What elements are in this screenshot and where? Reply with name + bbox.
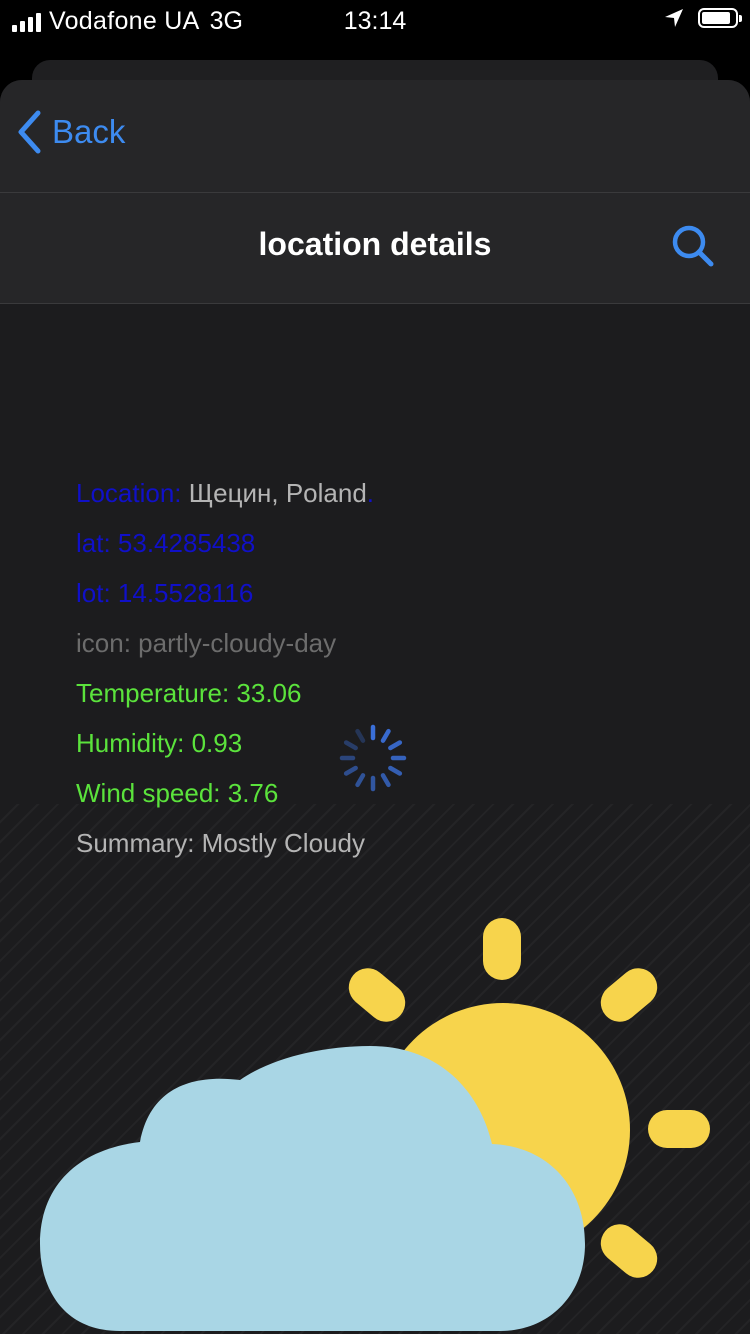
temperature: Temperature: 33.06: [76, 678, 302, 708]
activity-spinner-icon: [339, 724, 407, 792]
location-trailing: .: [366, 478, 375, 508]
back-label: Back: [52, 113, 126, 150]
latitude: lat: 53.4285438: [76, 528, 256, 558]
icon-name: icon: partly-cloudy-day: [76, 628, 337, 658]
details-list: Location: Щецин, Poland. lat: 53.4285438…: [76, 478, 374, 878]
location-value: Щецин, Poland: [188, 478, 367, 508]
longitude: lot: 14.5528116: [76, 578, 254, 608]
status-time: 13:14: [343, 7, 407, 35]
location-label: Location:: [76, 478, 182, 508]
battery-icon: [698, 8, 742, 28]
details-content: Location: Щецин, Poland. lat: 53.4285438…: [0, 304, 750, 1334]
page-title: location details: [258, 226, 492, 262]
search-icon: [672, 225, 714, 267]
modal-sheet: Back location details Location: Щецин, P…: [0, 80, 750, 1334]
chevron-left-icon: [18, 110, 41, 154]
search-button[interactable]: [670, 223, 716, 274]
location-arrow-icon: [665, 9, 683, 27]
location-row: Location: Щецин, Poland.: [76, 478, 374, 528]
title-bar: location details: [0, 193, 750, 304]
back-button[interactable]: Back: [16, 110, 125, 154]
partly-cloudy-day-icon: [40, 918, 710, 1331]
wind-speed: Wind speed: 3.76: [76, 778, 279, 808]
humidity: Humidity: 0.93: [76, 728, 243, 758]
navigation-bar: Back: [0, 80, 750, 193]
status-bar: Vodafone UA 3G 13:14: [0, 0, 750, 40]
